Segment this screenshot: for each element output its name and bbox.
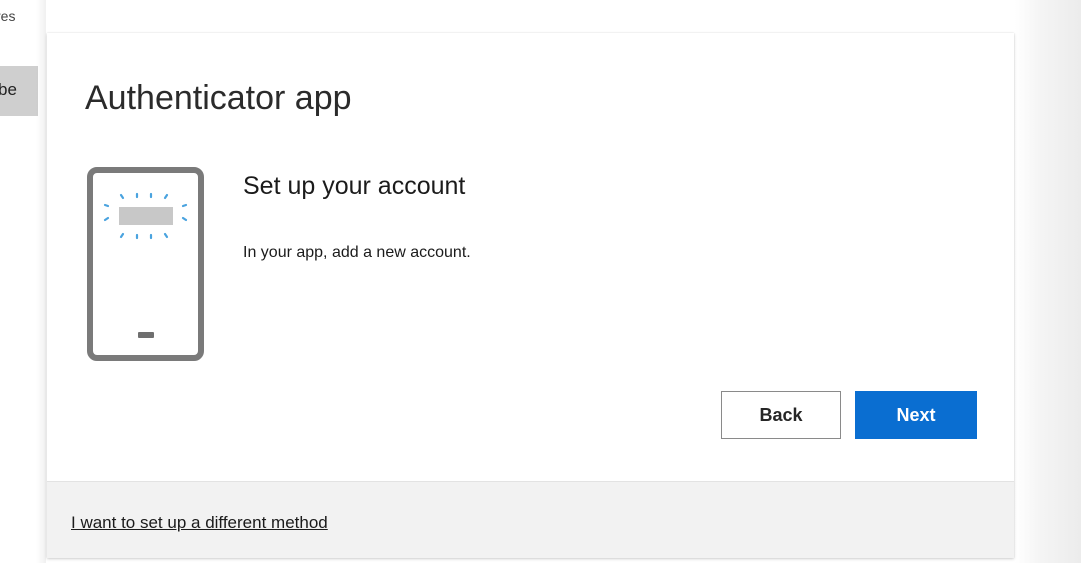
step-instructions: In your app, add a new account. (243, 244, 471, 261)
background-text-fragment: res (0, 8, 16, 24)
sparkle-qr-icon (103, 192, 188, 240)
modal-left-overlay-edge (36, 0, 46, 563)
authenticator-setup-dialog: Authenticator app Set up your account In… (47, 33, 1014, 558)
modal-right-overlay (1015, 0, 1081, 563)
dialog-footer: I want to set up a different method (47, 481, 1014, 558)
phone-qr-icon (87, 167, 204, 361)
step-heading: Set up your account (243, 172, 466, 200)
back-button[interactable]: Back (721, 391, 841, 439)
different-method-link[interactable]: I want to set up a different method (71, 513, 328, 533)
screen: res be Authenticator app (0, 0, 1081, 563)
dialog-title: Authenticator app (85, 79, 352, 117)
next-button[interactable]: Next (855, 391, 977, 439)
background-menu-text-fragment: be (0, 80, 17, 99)
phone-home-button-icon (138, 332, 154, 338)
